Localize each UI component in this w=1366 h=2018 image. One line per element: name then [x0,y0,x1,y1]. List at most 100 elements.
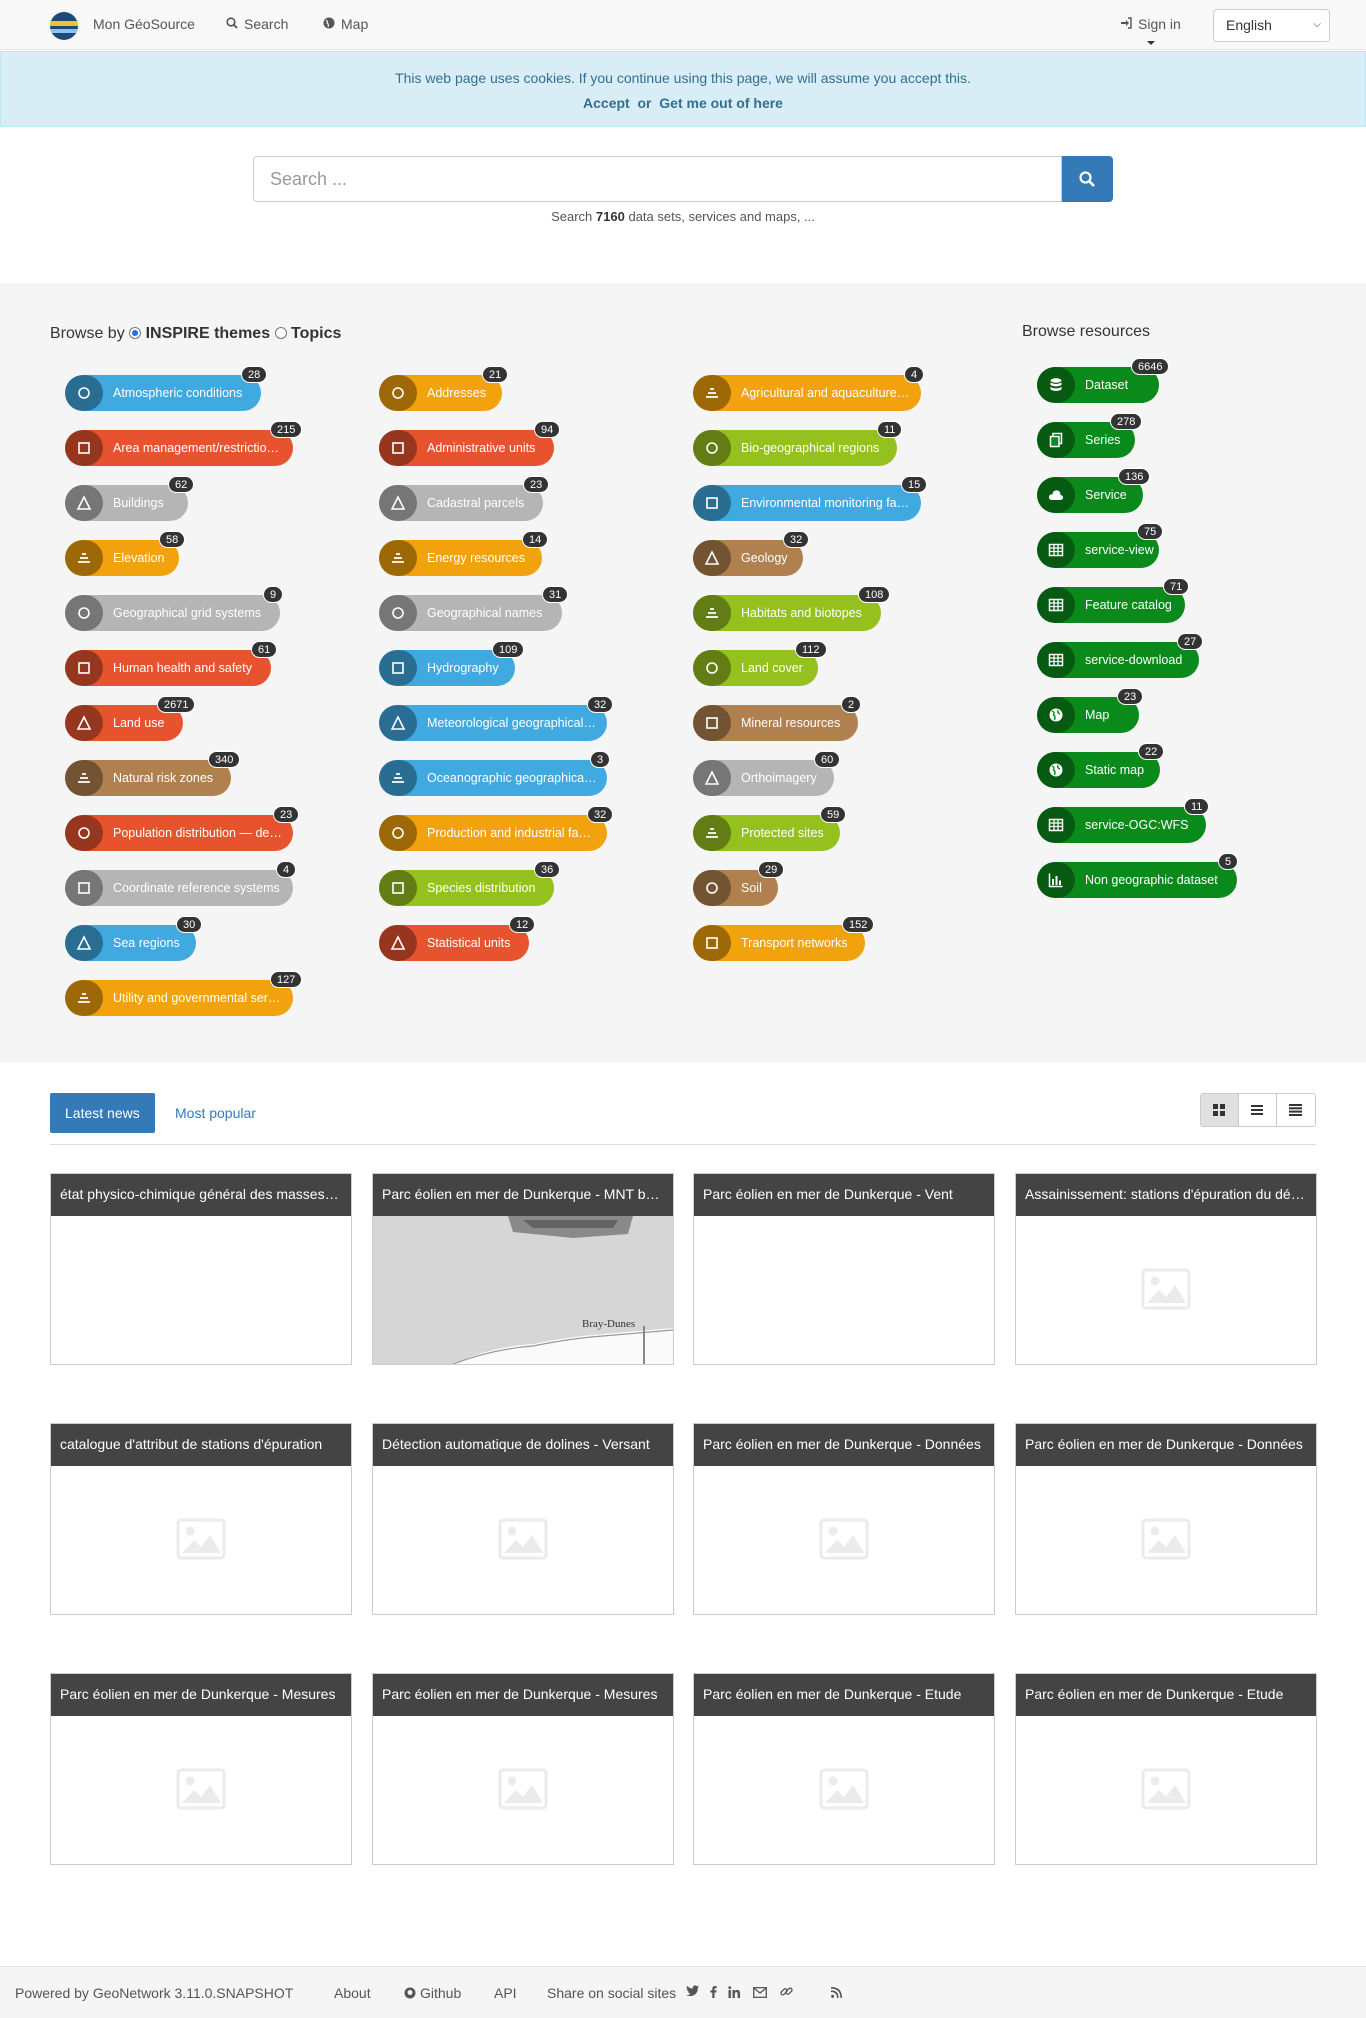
topics-radio[interactable] [274,327,287,339]
news-card-title[interactable]: Parc éolien en mer de Dunkerque - Vent [694,1174,994,1216]
theme-label: Species distribution [427,881,536,895]
news-card-title[interactable]: Parc éolien en mer de Dunkerque - MNT ba… [373,1174,673,1216]
news-card-title[interactable]: état physico-chimique général des masses… [51,1174,351,1216]
inspire-theme-protected-sites[interactable]: Protected sites 59 [693,806,847,851]
news-card-title[interactable]: Parc éolien en mer de Dunkerque - Etude [1016,1674,1316,1716]
news-card[interactable]: Parc éolien en mer de Dunkerque - Donnée… [693,1423,995,1615]
inspire-theme-transport-networks[interactable]: Transport networks 152 [693,916,875,961]
inspire-theme-utility-and-governmental-services[interactable]: Utility and governmental services 127 [65,971,303,1016]
resource-type-non-geographic-dataset[interactable]: Non geographic dataset 5 [1037,853,1239,898]
inspire-theme-production-and-industrial-facilities[interactable]: Production and industrial facilities 32 [379,806,614,851]
resource-type-static-map[interactable]: Static map 22 [1037,743,1165,788]
inspire-theme-bio-geographical-regions[interactable]: Bio-geographical regions 11 [693,421,903,466]
news-card-title[interactable]: Parc éolien en mer de Dunkerque - Etude [694,1674,994,1716]
resource-type-series[interactable]: Series 278 [1037,413,1143,458]
cookie-leave-link[interactable]: Get me out of here [659,95,783,111]
inspire-theme-soil[interactable]: Soil 29 [693,861,785,906]
resource-count-badge: 75 [1137,523,1164,540]
news-card-title[interactable]: Parc éolien en mer de Dunkerque - Donnée… [1016,1424,1316,1466]
resource-type-feature-catalog[interactable]: Feature catalog 71 [1037,578,1190,623]
linkedin-icon[interactable] [728,1985,740,2001]
news-card-title[interactable]: Parc éolien en mer de Dunkerque - Mesure… [373,1674,673,1716]
theme-label: Utility and governmental services [113,991,283,1005]
inspire-theme-addresses[interactable]: Addresses 21 [379,366,509,411]
brand-link[interactable]: Mon GéoSource [93,16,195,32]
inspire-theme-geographical-grid-systems[interactable]: Geographical grid systems 9 [65,586,284,631]
news-card-title[interactable]: catalogue d'attribut de stations d'épura… [51,1424,351,1466]
inspire-theme-land-cover[interactable]: Land cover 112 [693,641,827,686]
inspire-theme-meteorological-geographical-features[interactable]: Meteorological geographical features 32 [379,696,614,741]
inspire-theme-hydrography[interactable]: Hydrography 109 [379,641,525,686]
inspire-theme-elevation[interactable]: Elevation 58 [65,531,186,576]
resource-type-dataset[interactable]: Dataset 6646 [1037,358,1170,403]
inspire-theme-human-health-and-safety[interactable]: Human health and safety 61 [65,641,278,686]
search-input[interactable]: Search ... [253,156,1062,202]
nav-map-link[interactable]: Map [323,16,368,32]
twitter-icon[interactable] [686,1985,699,1999]
inspire-theme-mineral-resources[interactable]: Mineral resources 2 [693,696,862,741]
news-card[interactable]: Parc éolien en mer de Dunkerque - Vent [693,1173,995,1365]
list-view-button[interactable] [1239,1094,1277,1126]
resource-type-service-download[interactable]: service-download 27 [1037,633,1204,678]
news-card[interactable]: Parc éolien en mer de Dunkerque - Mesure… [372,1673,674,1865]
inspire-theme-environmental-monitoring-facilities[interactable]: Environmental monitoring facilities 15 [693,476,928,521]
news-card[interactable]: Parc éolien en mer de Dunkerque - MNT ba… [372,1173,674,1365]
inspire-theme-energy-resources[interactable]: Energy resources 14 [379,531,549,576]
nav-signin-link[interactable]: Sign in [1120,16,1181,32]
search-button[interactable] [1062,156,1113,202]
news-card[interactable]: Parc éolien en mer de Dunkerque - Donnée… [1015,1423,1317,1615]
about-link[interactable]: About [334,1985,371,2001]
news-card[interactable]: catalogue d'attribut de stations d'épura… [50,1423,352,1615]
cookie-accept-link[interactable]: Accept [583,95,630,111]
resource-type-service-ogc-wfs[interactable]: service-OGC:WFS 11 [1037,798,1210,843]
news-card[interactable]: Assainissement: stations d'épuration du … [1015,1173,1317,1365]
inspire-theme-coordinate-reference-systems[interactable]: Coordinate reference systems 4 [65,861,297,906]
resource-type-service-view[interactable]: service-view 75 [1037,523,1164,568]
powered-by-link[interactable]: Powered by GeoNetwork 3.11.0.SNAPSHOT [15,1985,293,2001]
nav-search-link[interactable]: Search [226,16,288,32]
inspire-theme-land-use[interactable]: Land use 2671 [65,696,196,741]
tab-most-popular[interactable]: Most popular [175,1105,256,1121]
inspire-theme-buildings[interactable]: Buildings 62 [65,476,195,521]
grid-view-button[interactable] [1201,1094,1239,1126]
permalink-icon[interactable] [780,1985,793,2001]
inspire-theme-population-distribution-demography[interactable]: Population distribution — demography 23 [65,806,300,851]
news-card[interactable]: Parc éolien en mer de Dunkerque - Etude [1015,1673,1317,1865]
tab-latest-news[interactable]: Latest news [50,1093,155,1133]
resource-type-map[interactable]: Map 23 [1037,688,1144,733]
api-link[interactable]: API [494,1985,517,2001]
inspire-theme-area-management-restriction-regulation-zones-and-reporting-units[interactable]: Area management/restriction/regulation z… [65,421,303,466]
inspire-theme-orthoimagery[interactable]: Orthoimagery 60 [693,751,841,796]
inspire-themes-radio[interactable] [129,327,142,339]
news-card-title[interactable]: Parc éolien en mer de Dunkerque - Donnée… [694,1424,994,1466]
news-card-title[interactable]: Détection automatique de dolines - Versa… [373,1424,673,1466]
news-card[interactable]: état physico-chimique général des masses… [50,1173,352,1365]
news-card[interactable]: Parc éolien en mer de Dunkerque - Mesure… [50,1673,352,1865]
inspire-theme-habitats-and-biotopes[interactable]: Habitats and biotopes 108 [693,586,891,631]
inspire-theme-geology[interactable]: Geology 32 [693,531,810,576]
resource-label: service-view [1085,543,1154,557]
inspire-theme-agricultural-and-aquaculture-facilities[interactable]: Agricultural and aquaculture facilities 4 [693,366,925,411]
news-card-title[interactable]: Assainissement: stations d'épuration du … [1016,1174,1316,1216]
facebook-icon[interactable] [710,1985,717,2001]
inspire-theme-statistical-units[interactable]: Statistical units 12 [379,916,536,961]
inspire-theme-atmospheric-conditions[interactable]: Atmospheric conditions 28 [65,366,268,411]
inspire-theme-administrative-units[interactable]: Administrative units 94 [379,421,561,466]
email-icon[interactable] [753,1985,767,2001]
inspire-theme-sea-regions[interactable]: Sea regions 30 [65,916,203,961]
rss-icon[interactable] [830,1985,842,2001]
theme-icon [65,485,103,521]
language-select[interactable]: English ⌵ [1213,9,1330,42]
inspire-theme-geographical-names[interactable]: Geographical names 31 [379,586,569,631]
inspire-theme-cadastral-parcels[interactable]: Cadastral parcels 23 [379,476,550,521]
news-card-title[interactable]: Parc éolien en mer de Dunkerque - Mesure… [51,1674,351,1716]
resource-type-service[interactable]: Service 136 [1037,468,1151,513]
table-view-button[interactable] [1277,1094,1315,1126]
news-card[interactable]: Détection automatique de dolines - Versa… [372,1423,674,1615]
geosource-logo[interactable] [50,12,78,40]
inspire-theme-oceanographic-geographical-features[interactable]: Oceanographic geographical features 3 [379,751,611,796]
github-link[interactable]: Github [404,1985,461,2001]
inspire-theme-natural-risk-zones[interactable]: Natural risk zones 340 [65,751,241,796]
news-card[interactable]: Parc éolien en mer de Dunkerque - Etude [693,1673,995,1865]
inspire-theme-species-distribution[interactable]: Species distribution 36 [379,861,561,906]
